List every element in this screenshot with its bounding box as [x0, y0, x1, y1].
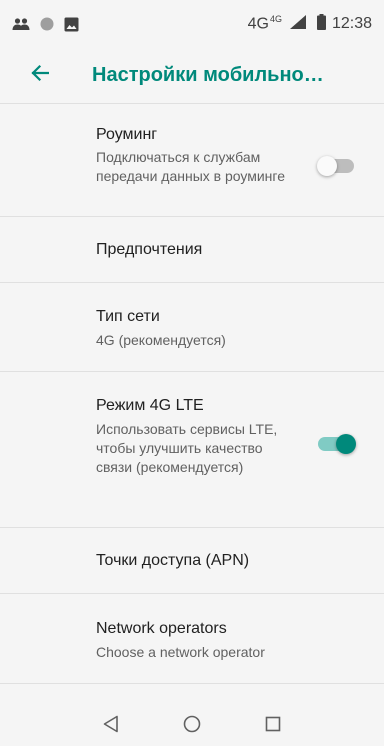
roaming-toggle[interactable]	[317, 156, 356, 176]
setting-apn[interactable]: Точки доступа (APN)	[0, 528, 384, 594]
setting-apn-title: Точки доступа (APN)	[96, 552, 250, 569]
settings-list: Роуминг Подключаться к службам передачи …	[0, 105, 384, 684]
nav-back-button[interactable]	[91, 706, 131, 746]
setting-network-type-title: Тип сети	[96, 308, 160, 325]
roaming-toggle-thumb	[317, 156, 337, 176]
setting-roaming-title: Роуминг	[96, 126, 158, 143]
circle-icon	[40, 17, 54, 31]
back-button[interactable]	[12, 48, 68, 104]
back-triangle-icon	[103, 715, 119, 738]
navigation-bar	[0, 706, 384, 746]
setting-preferences-title: Предпочтения	[96, 241, 203, 258]
setting-network-operators-subtitle: Choose a network operator	[96, 644, 265, 660]
recents-square-icon	[265, 716, 281, 737]
setting-lte-mode-title: Режим 4G LTE	[96, 397, 204, 414]
battery-icon	[316, 13, 326, 35]
setting-network-operators-title: Network operators	[96, 620, 227, 637]
status-left-icons	[12, 17, 79, 32]
nav-recents-button[interactable]	[253, 706, 293, 746]
setting-preferences[interactable]: Предпочтения	[0, 217, 384, 283]
setting-network-type[interactable]: Тип сети 4G (рекомендуется)	[0, 283, 384, 372]
setting-roaming-subtitle: Подключаться к службам передачи данных в…	[96, 149, 285, 184]
arrow-back-icon	[31, 64, 50, 87]
status-right-icons: 4G4G 12:38	[248, 13, 372, 35]
lte-mode-toggle[interactable]	[318, 434, 356, 454]
setting-network-operators[interactable]: Network operators Choose a network opera…	[0, 594, 384, 684]
signal-icon	[289, 14, 307, 35]
home-circle-icon	[183, 715, 201, 738]
network-type: 4G4G	[248, 14, 283, 33]
setting-lte-mode[interactable]: Режим 4G LTE Использовать сервисы LTE, ч…	[0, 372, 384, 528]
status-bar: 4G4G 12:38	[0, 0, 384, 48]
app-bar: Настройки мобильно…	[0, 48, 384, 104]
nav-home-button[interactable]	[172, 706, 212, 746]
image-icon	[64, 17, 79, 32]
clock: 12:38	[331, 15, 372, 32]
setting-roaming[interactable]: Роуминг Подключаться к службам передачи …	[0, 105, 384, 217]
network-label: 4G	[247, 15, 269, 33]
people-icon	[12, 17, 30, 31]
page-title: Настройки мобильно…	[92, 64, 324, 86]
setting-network-type-subtitle: 4G (рекомендуется)	[96, 332, 226, 348]
lte-mode-toggle-thumb	[336, 434, 356, 454]
network-sup-label: 4G	[269, 14, 282, 25]
setting-lte-mode-subtitle: Использовать сервисы LTE, чтобы улучшить…	[96, 421, 278, 475]
